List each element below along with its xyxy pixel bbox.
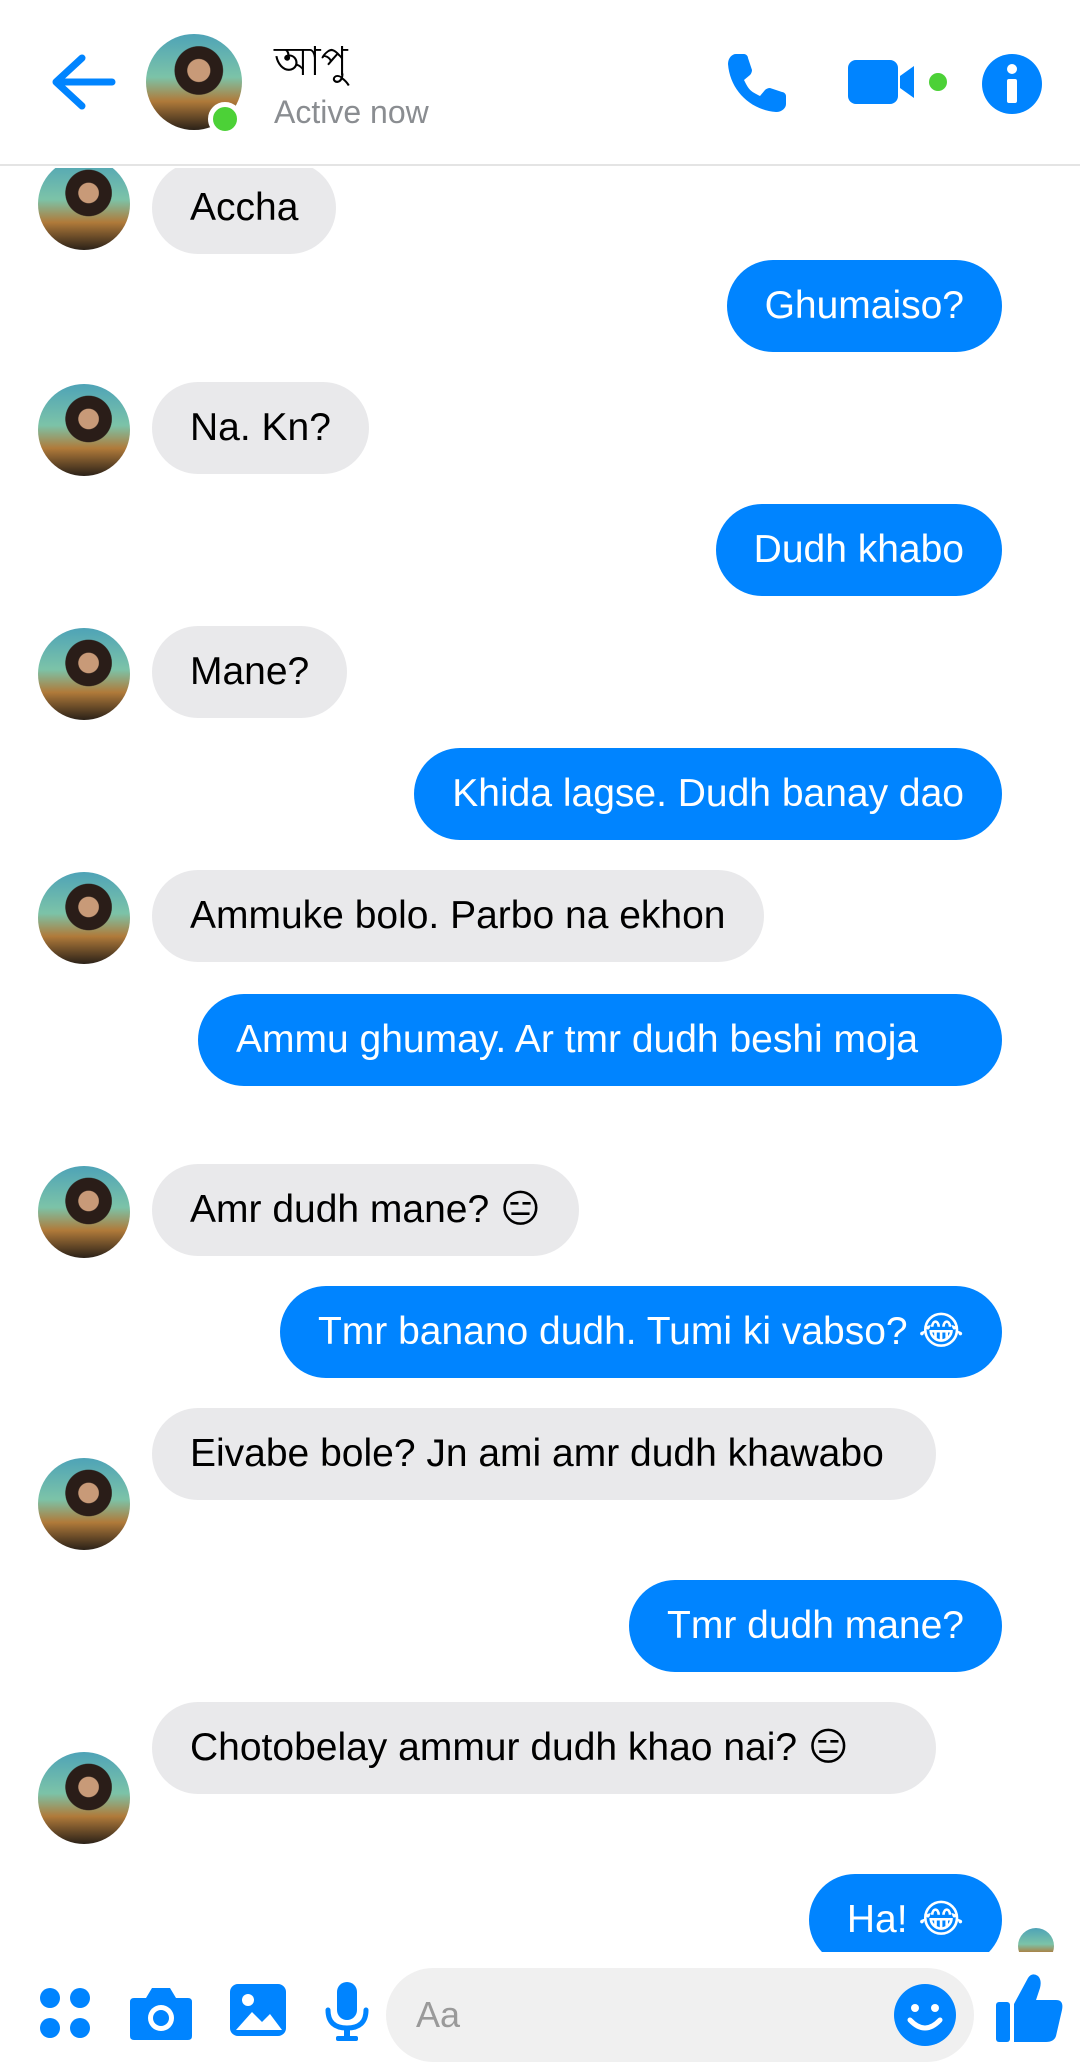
outgoing-message[interactable]: Ghumaiso? (726, 260, 1002, 352)
outgoing-message[interactable]: Khida lagse. Dudh banay dao (414, 748, 1002, 840)
phone-icon[interactable] (722, 48, 792, 118)
contact-avatar-small (38, 872, 130, 964)
message-composer (0, 1952, 1080, 2062)
image-icon[interactable] (228, 1980, 288, 2040)
incoming-message[interactable]: Ammuke bolo. Parbo na ekhon (152, 870, 764, 962)
seen-avatar (1018, 1928, 1054, 1952)
incoming-message[interactable]: Accha (152, 168, 337, 254)
incoming-message[interactable]: Mane? (152, 626, 348, 718)
thumbs-up-icon[interactable] (994, 1970, 1066, 2046)
emoji-icon[interactable] (892, 1982, 958, 2048)
microphone-icon[interactable] (322, 1980, 372, 2044)
conversation-header: আপু Active now (0, 0, 1080, 166)
online-indicator (208, 102, 242, 136)
back-arrow-icon[interactable] (48, 50, 118, 114)
contact-avatar-small (38, 168, 130, 250)
contact-avatar-small (38, 1458, 130, 1550)
contact-avatar-small (38, 628, 130, 720)
apps-icon[interactable] (38, 1986, 92, 2040)
outgoing-message[interactable]: Ha! 😂 (808, 1874, 1002, 1952)
active-status: Active now (274, 94, 429, 130)
contact-avatar-small (38, 1752, 130, 1844)
message-input[interactable] (416, 1968, 856, 2062)
outgoing-message[interactable]: Tmr banano dudh. Tumi ki vabso? 😂 (279, 1286, 1002, 1378)
camera-icon[interactable] (128, 1982, 194, 2042)
message-list[interactable]: Accha Ghumaiso? Na. Kn? Dudh khabo Mane?… (0, 168, 1080, 1952)
message-input-container[interactable] (386, 1968, 974, 2062)
outgoing-message[interactable]: Ammu ghumay. Ar tmr dudh beshi moja (198, 994, 1002, 1086)
incoming-message[interactable]: Amr dudh mane? 😑 (152, 1164, 579, 1256)
incoming-message[interactable]: Chotobelay ammur dudh khao nai? 😑 (152, 1702, 936, 1794)
incoming-message[interactable]: Eivabe bole? Jn ami amr dudh khawabo (152, 1408, 936, 1500)
incoming-message[interactable]: Na. Kn? (152, 382, 369, 474)
contact-name[interactable]: আপু (274, 38, 348, 86)
contact-avatar-small (38, 1166, 130, 1258)
contact-avatar-small (38, 384, 130, 476)
video-camera-icon[interactable] (848, 58, 948, 108)
info-icon[interactable] (980, 52, 1044, 116)
outgoing-message[interactable]: Dudh khabo (715, 504, 1002, 596)
outgoing-message[interactable]: Tmr dudh mane? (629, 1580, 1002, 1672)
